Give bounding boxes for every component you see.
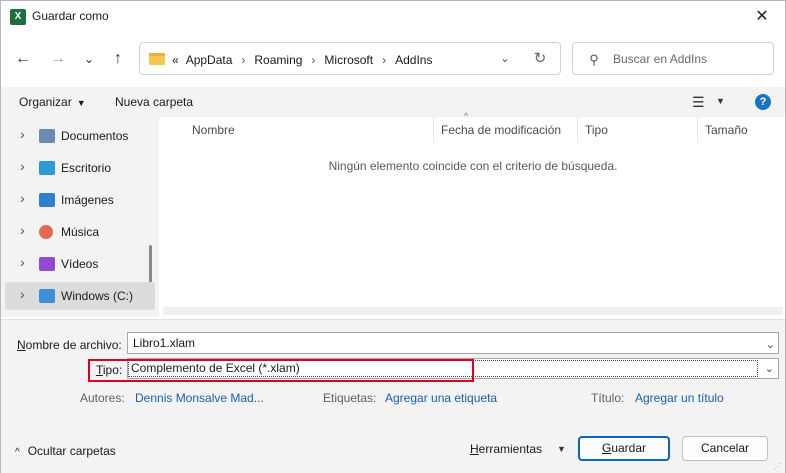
filename-label: Nombre de archivo: — [17, 338, 122, 352]
save-form: Nombre de archivo: Libro1.xlam ⌄ Tipo: C… — [1, 319, 785, 473]
chevron-down-icon[interactable]: ⌄ — [766, 335, 775, 355]
search-placeholder: Buscar en AddIns — [613, 52, 708, 66]
search-icon: ⚲ — [589, 52, 599, 67]
add-title-link[interactable]: Agregar un título — [635, 391, 724, 405]
breadcrumb-appdata[interactable]: AppData — [186, 53, 233, 67]
sidebar-item-label: Documentos — [61, 129, 129, 143]
column-name[interactable]: Nombre — [185, 117, 434, 143]
add-tag-link[interactable]: Agregar una etiqueta — [385, 391, 497, 405]
chevron-down-icon[interactable]: ⌄ — [765, 360, 774, 379]
navigation-pane: › Documentos › Escritorio › Imágenes › Música › V… — [1, 117, 159, 317]
forward-button[interactable]: → — [47, 49, 69, 69]
save-button[interactable]: Guardar — [578, 436, 670, 461]
resize-grip-icon[interactable]: ⋰ — [774, 462, 782, 471]
column-size[interactable]: Tamaño — [697, 117, 779, 143]
pictures-icon — [39, 193, 55, 207]
breadcrumb-overflow[interactable]: « — [172, 53, 179, 67]
navigation-bar: ← → ⌄ ↑ « AppData › Roaming › Microsoft … — [1, 39, 785, 79]
breadcrumb-microsoft[interactable]: Microsoft — [324, 53, 373, 67]
sidebar-item-m-sica[interactable]: › Música — [5, 218, 155, 246]
drive-icon — [39, 289, 55, 303]
hide-folders-label: Ocultar carpetas — [27, 444, 116, 458]
horizontal-scrollbar[interactable] — [163, 307, 783, 315]
filename-field[interactable]: Libro1.xlam ⌄ — [127, 332, 779, 354]
sidebar-item-escritorio[interactable]: › Escritorio — [5, 154, 155, 182]
new-folder-button[interactable]: Nueva carpeta — [115, 95, 193, 109]
excel-icon: X — [10, 9, 26, 25]
breadcrumb-separator[interactable]: › — [382, 53, 386, 67]
organize-button[interactable]: Organizar ▼ — [19, 95, 86, 109]
documents-icon — [39, 129, 55, 143]
breadcrumb: « AppData › Roaming › Microsoft › AddIns — [172, 51, 432, 69]
breadcrumb-separator[interactable]: › — [311, 53, 315, 67]
title-bar: X Guardar como ✕ — [1, 1, 785, 33]
breadcrumb-addins[interactable]: AddIns — [395, 53, 432, 67]
window-title: Guardar como — [32, 9, 109, 23]
chevron-up-icon: ^ — [15, 447, 20, 458]
sidebar-item-documentos[interactable]: › Documentos — [5, 122, 155, 150]
up-button[interactable]: ↑ — [107, 49, 129, 69]
chevron-right-icon[interactable]: › — [20, 190, 25, 206]
file-type-value: Complemento de Excel (*.xlam) — [128, 360, 758, 377]
command-bar: Organizar ▼ Nueva carpeta ☰ ▼ ? — [1, 87, 785, 117]
hide-folders-button[interactable]: ^ Ocultar carpetas — [15, 444, 116, 458]
caret-down-icon[interactable]: ▼ — [557, 444, 566, 454]
videos-icon — [39, 257, 55, 271]
column-type[interactable]: Tipo — [577, 117, 698, 143]
help-icon[interactable]: ? — [755, 94, 771, 110]
view-options-icon[interactable]: ☰ — [692, 94, 705, 111]
chevron-right-icon[interactable]: › — [20, 158, 25, 174]
chevron-down-icon[interactable]: ⌄ — [495, 50, 515, 68]
chevron-right-icon[interactable]: › — [20, 126, 25, 142]
breadcrumb-separator[interactable]: › — [241, 53, 245, 67]
save-as-dialog: X Guardar como ✕ ← → ⌄ ↑ « AppData › Roa… — [0, 0, 786, 473]
search-input[interactable]: ⚲ Buscar en AddIns — [572, 42, 774, 75]
sidebar-item-label: Escritorio — [61, 161, 112, 175]
organize-label: Organizar — [19, 95, 72, 109]
sidebar-item-label: Windows (C:) — [61, 289, 134, 303]
refresh-icon[interactable]: ↻ — [529, 49, 551, 69]
sidebar-item-label: Vídeos — [61, 257, 99, 271]
sidebar-item-v-deos[interactable]: › Vídeos — [5, 250, 155, 278]
music-icon — [39, 225, 53, 239]
title-label: Título: — [591, 391, 625, 405]
authors-value[interactable]: Dennis Monsalve Mad... — [135, 391, 264, 405]
sidebar-item-label: Música — [61, 225, 100, 239]
close-button[interactable]: ✕ — [739, 1, 785, 33]
desktop-icon — [39, 161, 55, 175]
sidebar-item-im-genes[interactable]: › Imágenes — [5, 186, 155, 214]
cancel-button[interactable]: Cancelar — [682, 436, 768, 461]
caret-down-icon: ▼ — [76, 98, 86, 108]
chevron-right-icon[interactable]: › — [20, 254, 25, 270]
breadcrumb-roaming[interactable]: Roaming — [254, 53, 302, 67]
file-type-select[interactable]: Complemento de Excel (*.xlam) ⌄ — [127, 358, 779, 379]
filename-value: Libro1.xlam — [133, 336, 196, 350]
caret-down-icon[interactable]: ▼ — [716, 96, 725, 106]
folder-icon — [149, 53, 165, 65]
back-button[interactable]: ← — [12, 49, 34, 69]
column-date-modified[interactable]: Fecha de modificación — [433, 117, 578, 143]
tools-button[interactable]: Herramientas — [470, 442, 542, 456]
authors-label: Autores: — [80, 391, 125, 405]
chevron-right-icon[interactable]: › — [20, 222, 25, 238]
recent-locations-button[interactable]: ⌄ — [78, 49, 100, 69]
sidebar-item-label: Imágenes — [61, 193, 114, 207]
file-list[interactable]: Nombre ^ Fecha de modificación Tipo Tama… — [161, 111, 785, 317]
tags-label: Etiquetas: — [323, 391, 377, 405]
type-label: Tipo: — [96, 363, 123, 377]
empty-message: Ningún elemento coincide con el criterio… — [328, 159, 618, 173]
address-bar[interactable]: « AppData › Roaming › Microsoft › AddIns… — [139, 42, 561, 75]
sidebar-item-windows-c[interactable]: › Windows (C:) — [5, 282, 155, 310]
chevron-right-icon[interactable]: › — [20, 286, 25, 302]
